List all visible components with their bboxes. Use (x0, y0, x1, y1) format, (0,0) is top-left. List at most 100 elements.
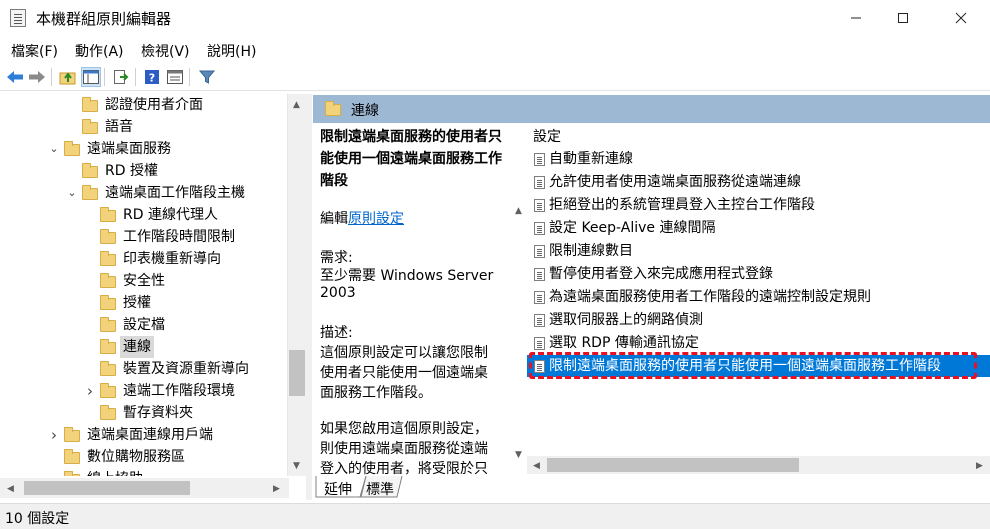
tree-item[interactable]: › 遠端工作階段環境 (0, 380, 287, 402)
tree-item-label: 認證使用者介面 (105, 97, 203, 113)
close-button[interactable] (938, 0, 984, 36)
up-one-level-button[interactable] (58, 67, 78, 87)
setting-name: 拒絕登出的系統管理員登入主控台工作階段 (549, 197, 815, 213)
tree-horizontal-scrollbar[interactable]: ◀ ▶ (0, 478, 289, 498)
pane-splitter[interactable] (306, 94, 312, 500)
tree-item-label: 連線 (120, 336, 154, 358)
maximize-icon (898, 13, 908, 23)
forward-button[interactable] (27, 67, 47, 87)
tree-item[interactable]: RD 授權 (0, 160, 287, 182)
tab-extended[interactable]: 延伸 (324, 479, 352, 499)
tab-standard[interactable]: 標準 (366, 479, 394, 499)
scrollbar-thumb[interactable] (547, 458, 799, 472)
folder-icon (64, 141, 80, 156)
scrollbar-thumb[interactable] (24, 481, 190, 495)
scroll-right-icon[interactable]: ▶ (971, 457, 988, 474)
help-icon: ? (145, 70, 159, 85)
policy-setting-icon (534, 222, 545, 235)
folder-icon (100, 251, 116, 266)
folder-icon (100, 207, 116, 222)
details-title: 連線 (351, 103, 379, 119)
view-tabs: 延伸 標準 (313, 476, 990, 500)
tree-item[interactable]: ⌄ 遠端桌面服務 (0, 138, 287, 160)
tree-item-label: 線上協助 (87, 468, 143, 476)
folder-icon (100, 405, 116, 420)
scroll-up-icon[interactable]: ▲ (510, 202, 527, 219)
export-list-button[interactable] (111, 67, 131, 87)
tree-item[interactable]: RD 連線代理人 (0, 204, 287, 226)
back-button[interactable] (5, 67, 25, 87)
edit-policy-setting-link[interactable]: 原則設定 (348, 211, 404, 227)
tree-item[interactable]: 裝置及資源重新導向 (0, 358, 287, 380)
folder-icon (325, 101, 341, 116)
edit-policy-line: 編輯原則設定 (320, 208, 404, 228)
toolbar-separator (189, 68, 190, 86)
folder-icon (64, 427, 80, 442)
tree-vertical-scrollbar[interactable]: ▲ ▼ (288, 94, 306, 476)
tree-item[interactable]: 印表機重新導向 (0, 248, 287, 270)
menu-action[interactable]: 動作(A) (75, 41, 124, 61)
tree-item-label: 裝置及資源重新導向 (123, 361, 249, 377)
scroll-right-icon[interactable]: ▶ (268, 480, 285, 497)
policy-setting-icon (534, 337, 545, 350)
policy-setting-icon (534, 199, 545, 212)
filter-button[interactable] (197, 67, 217, 87)
scroll-left-icon[interactable]: ◀ (2, 480, 19, 497)
folder-icon (100, 273, 116, 288)
properties-button[interactable] (165, 67, 185, 87)
scroll-down-icon[interactable]: ▼ (288, 457, 305, 474)
menu-help[interactable]: 說明(H) (207, 41, 256, 61)
up-folder-icon (59, 72, 76, 85)
status-text: 10 個設定 (5, 511, 70, 527)
setting-row-selected[interactable]: 限制遠端桌面服務的使用者只能使用一個遠端桌面服務工作階段 (527, 355, 990, 377)
folder-icon (100, 339, 116, 354)
show-hide-console-tree-button[interactable] (81, 67, 101, 87)
folder-icon (100, 229, 116, 244)
tree-item-label: 遠端桌面連線用戶端 (87, 427, 213, 443)
chevron-down-icon[interactable]: ⌄ (48, 138, 60, 160)
policy-heading: 能使用一個遠端桌面服務工作 (320, 151, 502, 167)
tree-item[interactable]: 連線 (0, 336, 287, 358)
scroll-down-icon[interactable]: ▼ (510, 446, 527, 463)
tree-item[interactable]: › 遠端桌面連線用戶端 (0, 424, 287, 446)
tree-item[interactable]: ⌄ 遠端桌面工作階段主機 (0, 182, 287, 204)
setting-name: 允許使用者使用遠端桌面服務從遠端連線 (549, 174, 801, 190)
tree-item-label: 設定檔 (123, 317, 165, 333)
tree-item[interactable]: 認證使用者介面 (0, 94, 287, 116)
folder-icon (64, 471, 80, 476)
minimize-button[interactable] (833, 0, 879, 36)
tree-item[interactable]: 安全性 (0, 270, 287, 292)
description-text: 則使用遠端桌面服務從遠端 (320, 441, 488, 457)
console-tree: 認證使用者介面語音 ⌄ 遠端桌面服務 RD 授權 ⌄ 遠端桌面工作階段主機 RD 連線代理人… (0, 94, 288, 476)
tree-item[interactable]: 數位購物服務區 (0, 446, 287, 468)
menu-file[interactable]: 檔案(F) (11, 41, 58, 61)
tree-item[interactable]: 設定檔 (0, 314, 287, 336)
tree-item[interactable]: 工作階段時間限制 (0, 226, 287, 248)
scrollbar-thumb[interactable] (289, 350, 305, 396)
scroll-up-icon[interactable]: ▲ (288, 96, 305, 113)
tree-item[interactable]: 語音 (0, 116, 287, 138)
setting-name: 選取 RDP 傳輸通訊協定 (549, 335, 699, 351)
requirement-label: 需求: (320, 250, 353, 266)
tree-item-label: 遠端桌面工作階段主機 (105, 185, 245, 201)
chevron-right-icon[interactable]: › (84, 380, 96, 402)
tree-item-label: 暫存資料夾 (123, 405, 193, 421)
tree-item[interactable]: 暫存資料夾 (0, 402, 287, 424)
scroll-left-icon[interactable]: ◀ (528, 457, 545, 474)
show-hide-tree-icon (83, 70, 99, 84)
folder-icon (82, 119, 98, 134)
settings-horizontal-scrollbar[interactable]: ◀ ▶ (527, 456, 990, 474)
help-button[interactable]: ? (142, 67, 162, 87)
menu-view[interactable]: 檢視(V) (141, 41, 190, 61)
requirement-text: 2003 (320, 285, 356, 301)
policy-setting-icon (534, 291, 545, 304)
setting-name: 限制連線數目 (549, 243, 633, 259)
chevron-right-icon[interactable]: › (48, 424, 60, 446)
tree-item-label: 安全性 (123, 273, 165, 289)
chevron-down-icon[interactable]: ⌄ (66, 182, 78, 204)
tree-item[interactable]: 授權 (0, 292, 287, 314)
tree-item[interactable]: 線上協助 (0, 468, 287, 476)
description-scrollbar[interactable]: ▲ ▼ (510, 196, 527, 466)
tree-item-label: 遠端工作階段環境 (123, 383, 235, 399)
maximize-button[interactable] (880, 0, 926, 36)
